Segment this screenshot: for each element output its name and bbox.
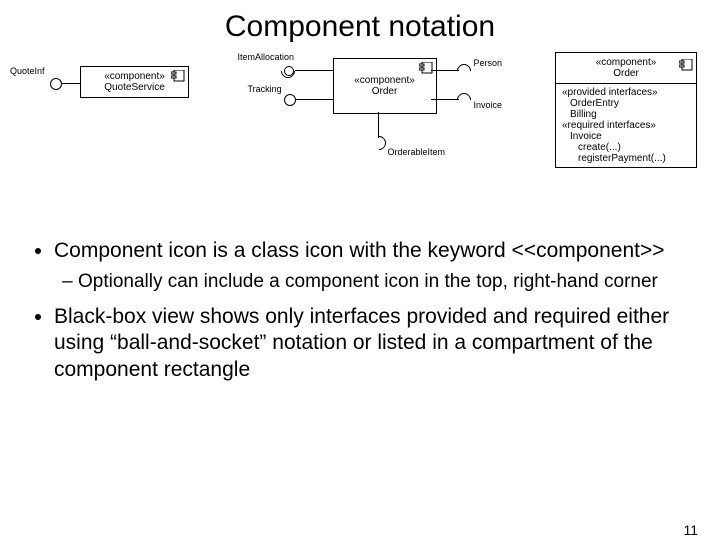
component-icon — [171, 70, 185, 82]
connector-line — [296, 99, 333, 100]
interfaces-compartment: «provided interfaces» OrderEntry Billing… — [556, 84, 696, 167]
iface-label-invoice: Invoice — [474, 100, 503, 110]
component-name: Order — [340, 86, 430, 97]
connector-line — [378, 112, 379, 138]
component-icon — [679, 59, 693, 71]
page-number: 11 — [683, 522, 698, 538]
component-icon — [419, 62, 433, 74]
required-socket-icon — [369, 133, 389, 153]
component-list-box: «component» Order «provided interfaces» … — [555, 52, 697, 168]
component-box-quoteservice: «component» QuoteService — [80, 66, 189, 98]
provided-ball-icon — [284, 66, 294, 76]
diagram-simple-component: QuoteInf «component» QuoteService — [10, 52, 210, 222]
connector-line — [431, 70, 459, 71]
interface-label-quoteinf: QuoteInf — [10, 66, 45, 76]
required-socket-icon — [454, 61, 474, 81]
sub-bullet-item: Optionally can include a component icon … — [78, 270, 690, 294]
connector-line — [431, 99, 459, 100]
iface-label-itemallocation: ItemAllocation — [238, 52, 295, 62]
provided-item: Billing — [562, 109, 690, 120]
connector-line — [295, 70, 333, 71]
iface-label-orderableitem: OrderableItem — [388, 147, 446, 157]
required-item: Invoice — [562, 131, 690, 142]
required-op: create(...) — [562, 142, 690, 153]
component-name: Order — [613, 68, 639, 79]
required-header: «required interfaces» — [562, 120, 690, 131]
bullet-item: Black-box view shows only interfaces pro… — [54, 304, 690, 383]
provided-ball-icon — [284, 94, 296, 106]
component-box-order: «component» Order — [333, 58, 437, 114]
stereotype-label: «component» — [104, 71, 165, 82]
required-socket-icon — [454, 90, 474, 110]
connector-line — [62, 83, 80, 84]
iface-label-tracking: Tracking — [248, 84, 282, 94]
stereotype-label: «component» — [340, 75, 430, 86]
iface-label-person: Person — [474, 58, 503, 68]
provided-interface-ball — [50, 78, 62, 90]
provided-item: OrderEntry — [562, 98, 690, 109]
diagram-compartment-list: «component» Order «provided interfaces» … — [545, 52, 710, 222]
slide-title: Component notation — [0, 10, 720, 44]
component-header: «component» Order — [556, 53, 696, 84]
stereotype-label: «component» — [596, 57, 657, 68]
bullet-item: Component icon is a class icon with the … — [54, 238, 690, 294]
component-name: QuoteService — [104, 82, 165, 93]
diagram-ball-socket: ItemAllocation Tracking «component» Orde… — [228, 52, 528, 222]
provided-header: «provided interfaces» — [562, 87, 690, 98]
required-op: registerPayment(...) — [562, 153, 690, 164]
diagram-row: QuoteInf «component» QuoteService ItemAl… — [0, 52, 720, 222]
bullet-content: Component icon is a class icon with the … — [0, 222, 720, 383]
bullet-text: Component icon is a class icon with the … — [54, 239, 665, 262]
